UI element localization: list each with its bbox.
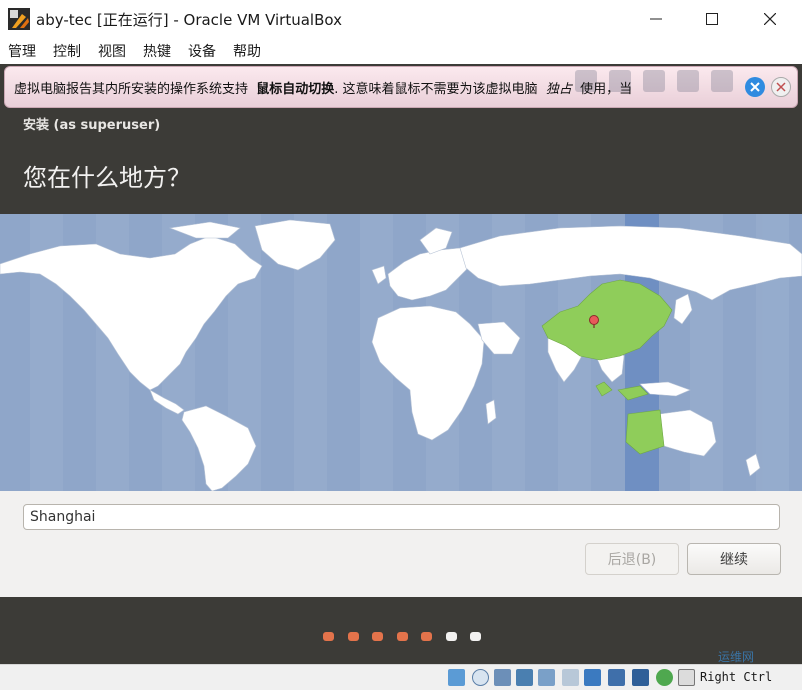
menu-manage[interactable]: 管理	[8, 41, 36, 61]
timezone-map[interactable]	[0, 214, 802, 491]
virtualbox-app-icon	[8, 8, 30, 30]
world-map-svg	[0, 214, 802, 491]
keyboard-capture-icon	[678, 669, 695, 686]
display-icon[interactable]	[584, 669, 601, 686]
host-key-label: Right Ctrl	[700, 670, 773, 684]
installer-progress-dots	[0, 632, 802, 644]
progress-dot-completed	[396, 632, 408, 641]
optical-drive-icon[interactable]	[472, 669, 489, 686]
installer-header: 安装 (as superuser)	[23, 118, 161, 133]
dismiss-icon	[776, 82, 786, 92]
menu-help[interactable]: 帮助	[233, 41, 261, 61]
continue-button[interactable]: 继续	[687, 543, 781, 575]
hard-disk-icon[interactable]	[448, 669, 465, 686]
usb-icon[interactable]	[538, 669, 555, 686]
vm-statusbar: Right Ctrl	[0, 664, 802, 690]
progress-dot-pending	[470, 632, 481, 641]
virtualization-icon	[632, 669, 649, 686]
window-titlebar: aby-tec [正在运行] - Oracle VM VirtualBox	[0, 0, 802, 38]
window-title: aby-tec [正在运行] - Oracle VM VirtualBox	[36, 11, 342, 29]
menu-control[interactable]: 控制	[53, 41, 81, 61]
network-icon[interactable]	[516, 669, 533, 686]
notification-dismiss-button[interactable]	[771, 77, 791, 97]
maximize-button[interactable]	[684, 0, 740, 38]
menu-view[interactable]: 视图	[98, 41, 126, 61]
page-title: 您在什么地方？	[23, 164, 191, 192]
ghost-icon	[711, 70, 733, 92]
progress-dot-completed	[323, 632, 334, 641]
location-input[interactable]	[23, 504, 780, 530]
progress-dot-completed	[347, 632, 359, 641]
close-icon	[750, 82, 760, 92]
maximize-icon	[706, 13, 718, 25]
menu-bar: 管理 控制 视图 热键 设备 帮助	[0, 38, 802, 64]
close-button[interactable]	[742, 0, 798, 38]
minimize-icon	[650, 18, 662, 20]
progress-dot-pending	[445, 632, 457, 641]
notification-close-button[interactable]	[745, 77, 765, 97]
progress-dot-completed	[372, 632, 383, 641]
audio-icon[interactable]	[494, 669, 511, 686]
progress-dot-completed	[421, 632, 432, 641]
recording-icon[interactable]	[608, 669, 625, 686]
mouse-integration-icon[interactable]	[656, 669, 673, 686]
minimize-button[interactable]	[628, 0, 684, 38]
close-icon	[764, 13, 776, 25]
installer-content: 后退(B) 继续	[0, 491, 802, 597]
shared-folders-icon[interactable]	[562, 669, 579, 686]
back-button[interactable]: 后退(B)	[585, 543, 679, 575]
menu-devices[interactable]: 设备	[188, 41, 216, 61]
ghost-icon	[643, 70, 665, 92]
watermark: 运维网	[718, 650, 755, 664]
menu-hotkeys[interactable]: 热键	[143, 41, 171, 61]
notification-text: 虚拟电脑报告其内所安装的操作系统支持 鼠标自动切换. 这意味着鼠标不需要为该虚拟…	[14, 82, 633, 97]
ghost-icon	[677, 70, 699, 92]
mouse-integration-notification: 虚拟电脑报告其内所安装的操作系统支持 鼠标自动切换. 这意味着鼠标不需要为该虚拟…	[4, 66, 798, 108]
